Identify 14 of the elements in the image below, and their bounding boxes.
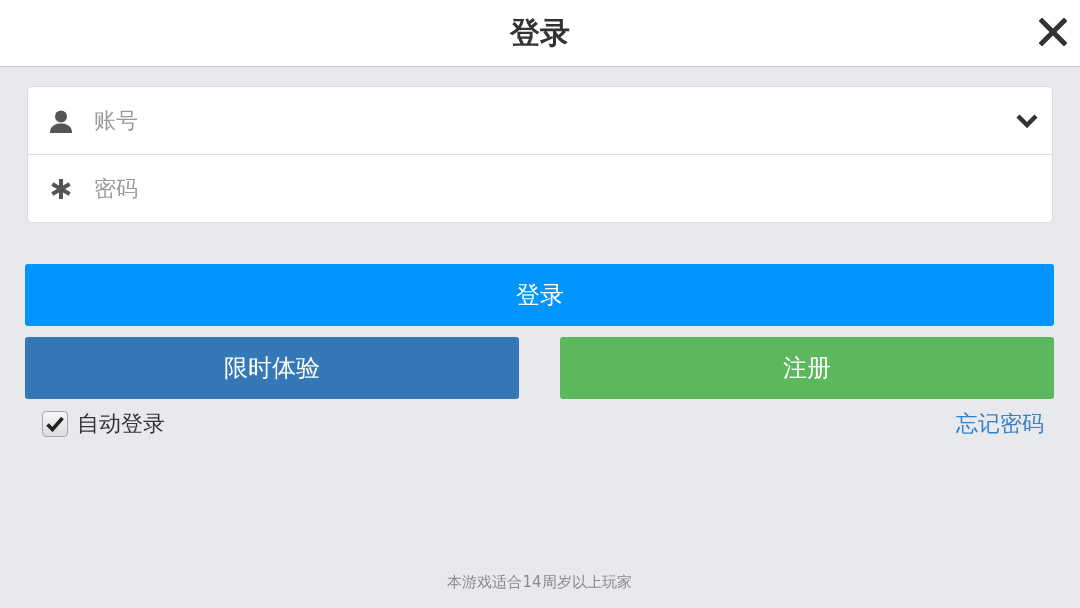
close-button[interactable] — [1037, 16, 1069, 48]
register-button[interactable]: 注册 — [560, 337, 1054, 399]
login-button[interactable]: 登录 — [25, 264, 1054, 326]
checkmark-icon — [46, 416, 64, 432]
chevron-down-icon[interactable] — [1016, 113, 1038, 128]
auto-login-checkbox[interactable] — [42, 411, 68, 437]
user-icon — [49, 108, 73, 133]
forgot-password-link[interactable]: 忘记密码 — [956, 409, 1044, 439]
age-notice: 本游戏适合14周岁以上玩家 — [447, 573, 632, 592]
window-title: 登录 — [510, 13, 570, 52]
asterisk-icon — [51, 178, 71, 199]
checkbox-label: 自动登录 — [77, 410, 165, 438]
close-icon — [1039, 18, 1067, 46]
trial-button[interactable]: 限时体验 — [25, 337, 519, 399]
